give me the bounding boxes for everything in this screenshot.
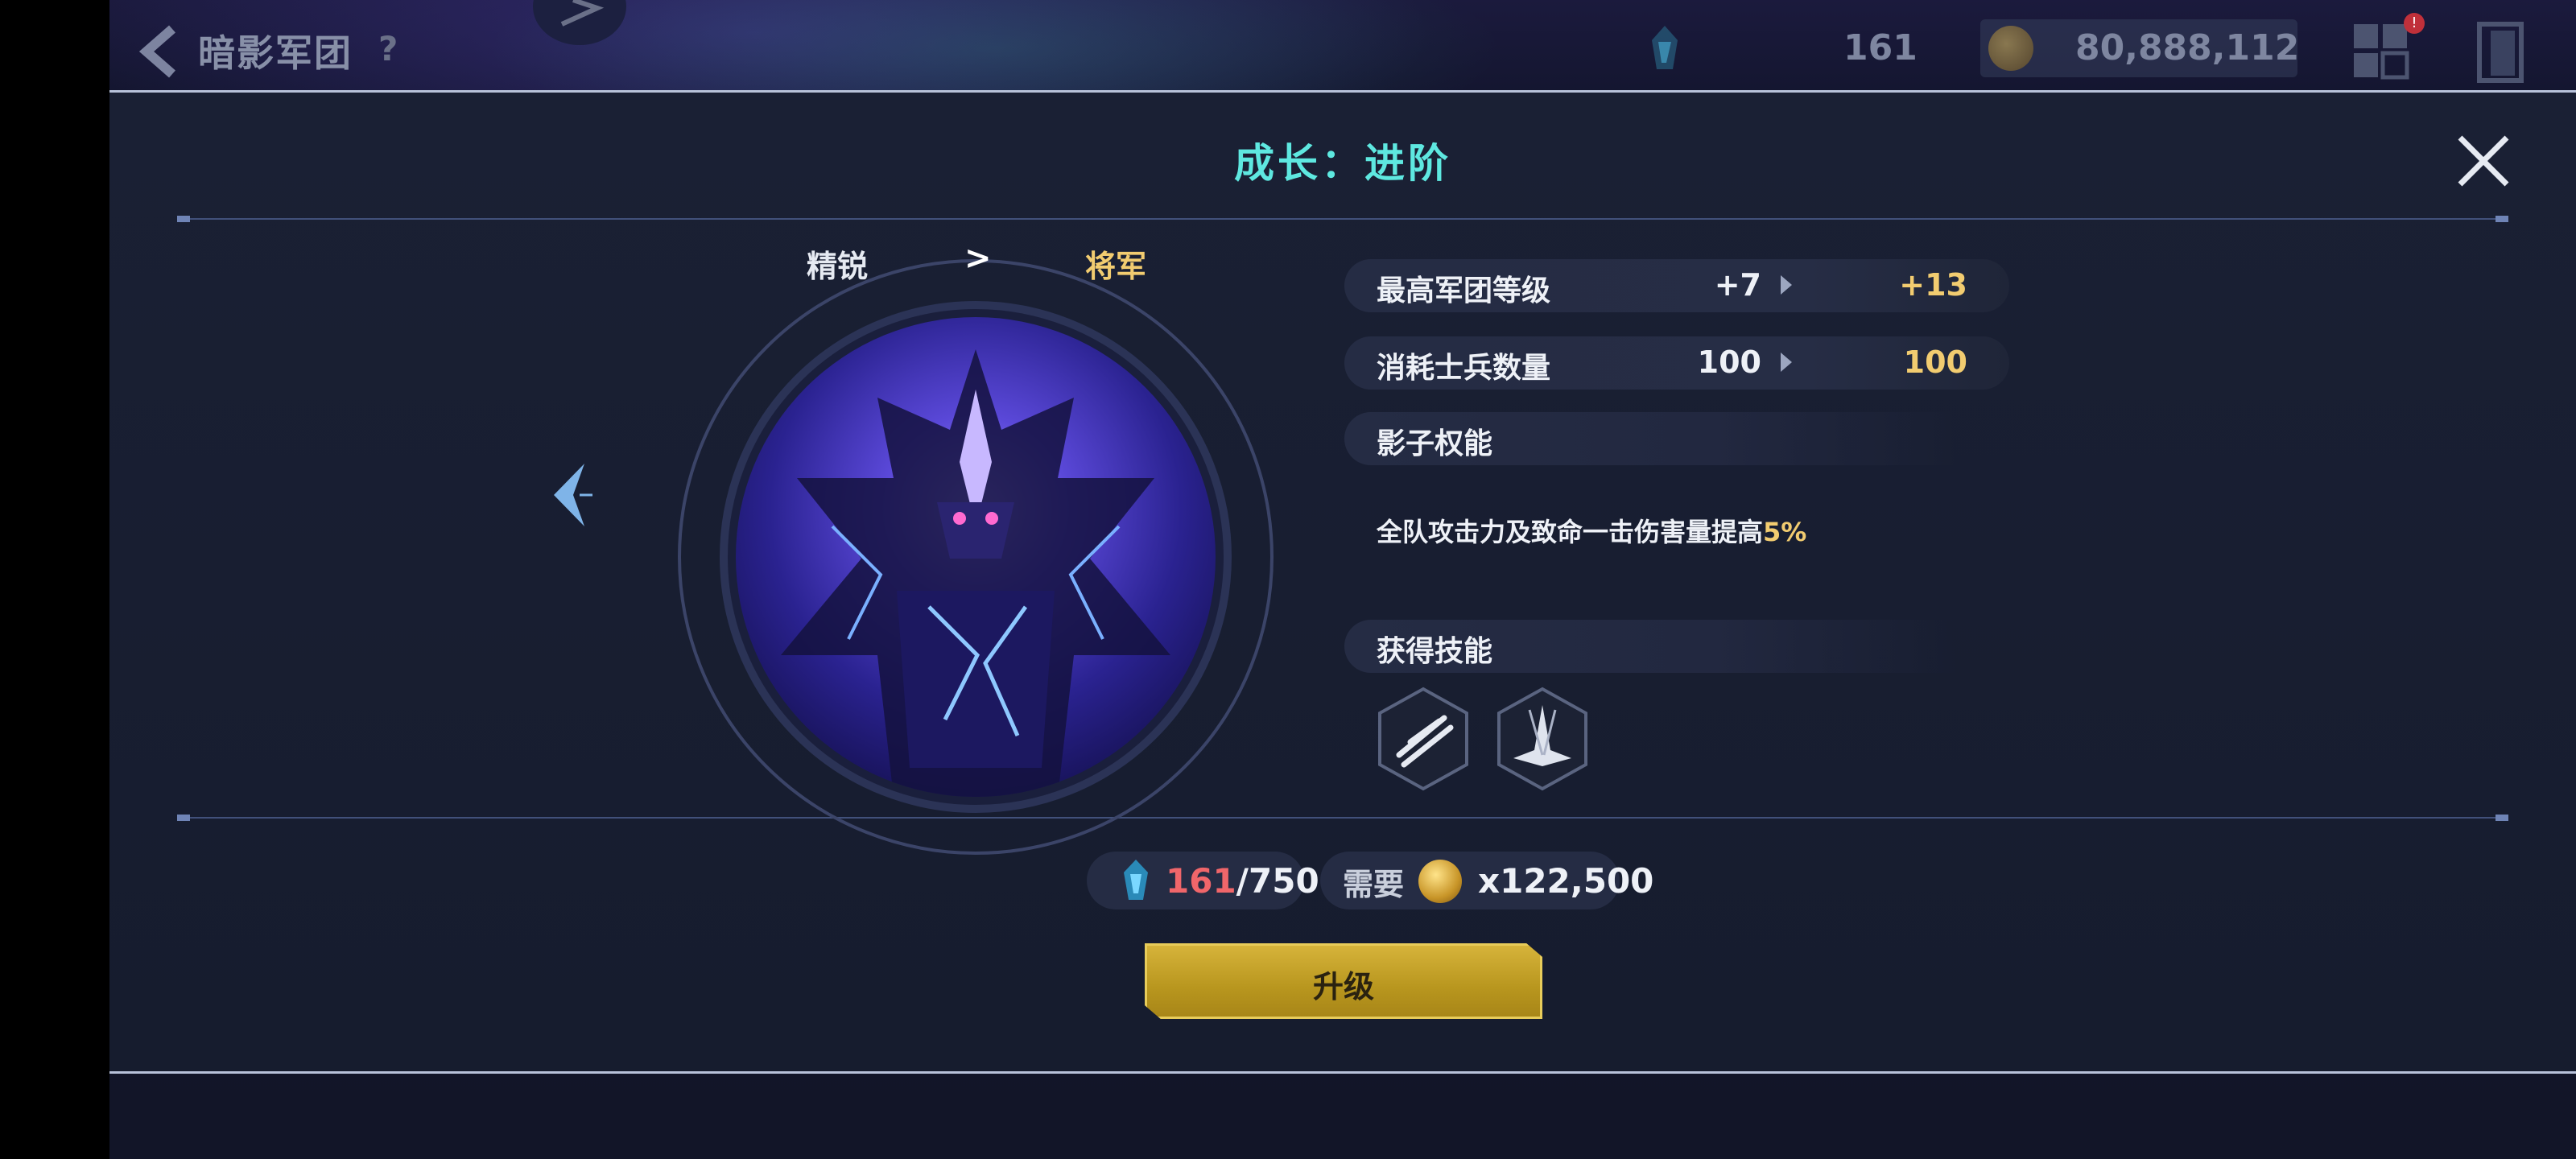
- section-heading-text: 影子权能: [1377, 427, 1493, 460]
- modal-title: 成长：进阶: [1234, 140, 1451, 187]
- gold-coin-icon: [1988, 26, 2033, 71]
- soldiers-required: /750: [1236, 861, 1319, 901]
- back-arrow-icon[interactable]: [135, 24, 184, 79]
- soldier-count: 161: [1843, 27, 1918, 68]
- soldier-cost-text: 161/750: [1166, 861, 1319, 901]
- upgrade-button[interactable]: 升级: [1145, 943, 1542, 1019]
- advancement-modal: 成长：进阶: [109, 90, 2576, 1074]
- gold-coin-icon: [1418, 860, 1462, 903]
- section-heading-text: 获得技能: [1377, 635, 1493, 668]
- stat-arrow-icon: [1781, 353, 1792, 372]
- soldiers-current: 161: [1166, 861, 1236, 901]
- rank-current: 精锐: [807, 249, 869, 284]
- shadow-power-heading: 影子权能: [1344, 412, 1956, 465]
- stat-label: 消耗士兵数量: [1377, 352, 1551, 385]
- ground-burst-skill-icon[interactable]: [1494, 686, 1591, 792]
- rank-arrow-icon: >: [964, 240, 992, 277]
- need-label: 需要: [1343, 867, 1405, 902]
- screen-left-bezel: [0, 0, 109, 1159]
- previous-arrow-icon[interactable]: [544, 459, 596, 531]
- stat-row-max-legion-level: 最高军团等级 +7 +13: [1344, 259, 2009, 312]
- divider-top: [177, 216, 2508, 222]
- shadow-power-text: 全队攻击力及致命一击伤害量提高: [1377, 517, 1764, 547]
- stat-label: 最高军团等级: [1377, 274, 1551, 307]
- gold-count: 80,888,112: [2075, 27, 2300, 68]
- stat-arrow-icon: [1781, 275, 1792, 295]
- shadow-power-value: 5%: [1763, 517, 1807, 547]
- close-icon[interactable]: [2452, 128, 2516, 192]
- paper-plane-icon[interactable]: [533, 0, 626, 45]
- gold-cost-amount: x122,500: [1478, 861, 1654, 901]
- stat-row-soldier-cost: 消耗士兵数量 100 100: [1344, 336, 2009, 390]
- stat-new-value: +13: [1899, 267, 1967, 303]
- shadow-soldier-icon: [1124, 860, 1148, 900]
- notification-badge: !: [2404, 13, 2425, 34]
- shadow-portrait-frame: [660, 135, 1304, 855]
- claw-slash-skill-icon[interactable]: [1375, 686, 1472, 792]
- help-icon[interactable]: ?: [378, 29, 398, 68]
- stat-new-value: 100: [1903, 344, 1967, 380]
- shadow-knight-portrait: [736, 317, 1216, 797]
- stat-old-value: +7: [1714, 267, 1761, 303]
- skills-heading: 获得技能: [1344, 620, 1956, 673]
- rank-next: 将军: [1085, 249, 1147, 284]
- exit-door-icon[interactable]: [2476, 21, 2524, 84]
- upgrade-button-label: 升级: [1312, 969, 1374, 1004]
- divider-bottom: [177, 815, 2508, 821]
- page-title: 暗影军团: [198, 31, 353, 75]
- shadow-power-description: 全队攻击力及致命一击伤害量提高5%: [1377, 512, 1806, 549]
- menu-grid-icon[interactable]: [2351, 21, 2412, 82]
- shadow-soldier-icon: [1652, 26, 1678, 69]
- stat-old-value: 100: [1697, 344, 1761, 380]
